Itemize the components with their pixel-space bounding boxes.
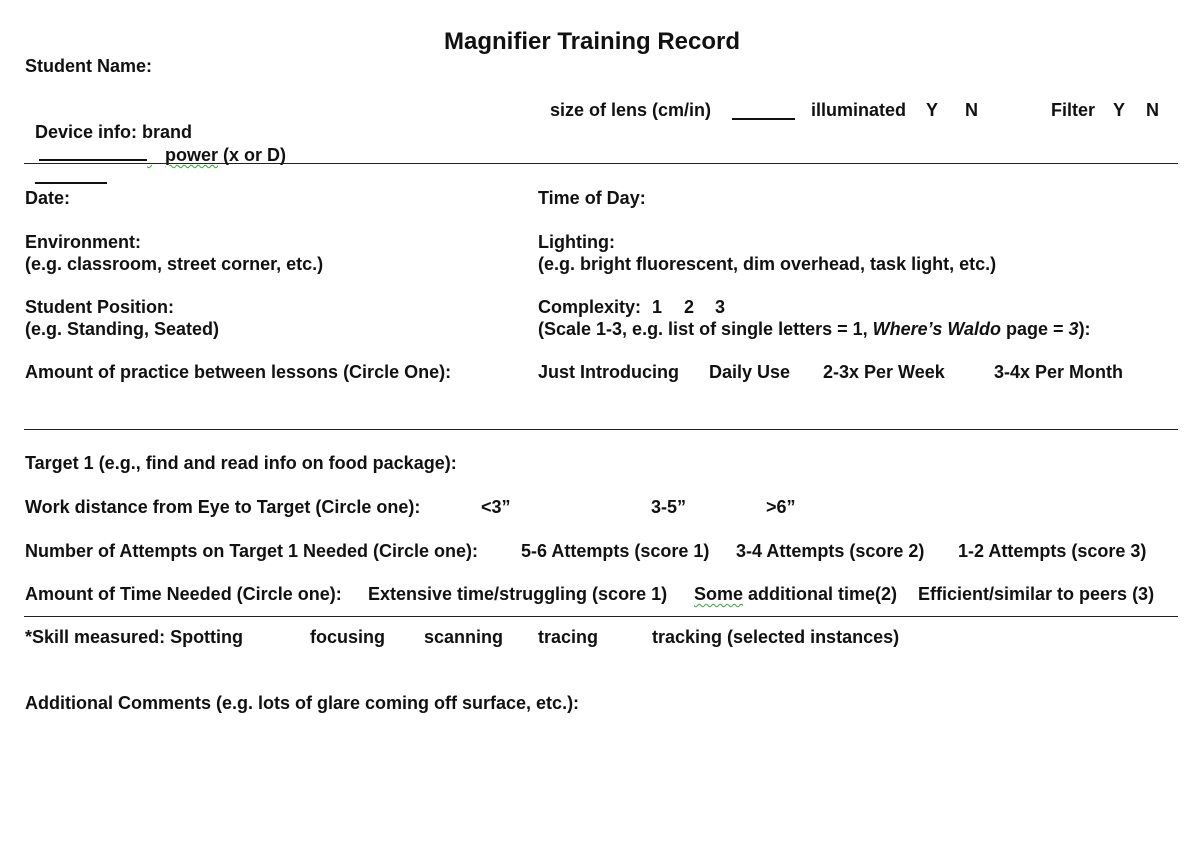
brand-field[interactable] [39, 143, 148, 161]
practice-option-3-4x-month[interactable]: 3-4x Per Month [994, 361, 1123, 383]
distance-option-3-5[interactable]: 3-5” [651, 496, 686, 518]
distance-label: Work distance from Eye to Target (Circle… [25, 497, 421, 517]
skill-option-tracing[interactable]: tracing [538, 626, 598, 648]
filter-no-option[interactable]: N [1146, 99, 1159, 121]
target-label: Target 1 (e.g., find and read info on fo… [25, 453, 457, 473]
divider [24, 429, 1178, 430]
illuminated-label: illuminated [811, 100, 907, 120]
student-name-label: Student Name: [25, 56, 153, 76]
skill-option-tracking[interactable]: tracking (selected instances) [652, 626, 899, 648]
distance-option-over-6[interactable]: >6” [766, 496, 796, 518]
skill-option-focusing[interactable]: focusing [310, 626, 385, 648]
environment-label: Environment: [25, 232, 142, 252]
time-option-score-3[interactable]: Efficient/similar to peers (3) [918, 583, 1154, 605]
complexity-option-2[interactable]: 2 [684, 296, 694, 318]
divider [24, 616, 1178, 617]
filter-yes-option[interactable]: Y [1113, 99, 1125, 121]
attempts-option-score-2[interactable]: 3-4 Attempts (score 2) [736, 540, 924, 562]
additional-comments-label: Additional Comments (e.g. lots of glare … [25, 693, 580, 713]
lighting-label: Lighting: [538, 232, 615, 252]
lens-size-field[interactable] [732, 102, 795, 120]
skill-option-scanning[interactable]: scanning [424, 626, 503, 648]
divider [24, 163, 1178, 164]
time-option-score-2[interactable]: Some additional time(2) [694, 583, 897, 605]
skill-measured-label: *Skill measured: Spotting [25, 627, 244, 647]
illuminated-no-option[interactable]: N [965, 99, 978, 121]
device-info-row: Device info: brand power (x or D) [25, 99, 286, 189]
attempts-label: Number of Attempts on Target 1 Needed (C… [25, 541, 479, 561]
practice-label: Amount of practice between lessons (Circ… [25, 362, 452, 382]
filter-label: Filter [1051, 100, 1096, 120]
power-suffix: (x or D) [218, 145, 287, 165]
illuminated-yes-option[interactable]: Y [926, 99, 938, 121]
complexity-option-3[interactable]: 3 [715, 296, 725, 318]
power-label: power [165, 145, 219, 165]
time-option-score-1[interactable]: Extensive time/struggling (score 1) [368, 583, 667, 605]
complexity-hint: (Scale 1-3, e.g. list of single letters … [538, 319, 1091, 339]
student-position-hint: (e.g. Standing, Seated) [25, 319, 220, 339]
page-title: Magnifier Training Record [444, 28, 741, 55]
lens-label: size of lens (cm/in) [550, 100, 712, 120]
practice-option-just-introducing[interactable]: Just Introducing [538, 361, 679, 383]
lighting-hint: (e.g. bright fluorescent, dim overhead, … [538, 254, 997, 274]
date-label: Date: [25, 188, 71, 208]
complexity-option-1[interactable]: 1 [652, 296, 662, 318]
complexity-label: Complexity: [538, 297, 642, 317]
attempts-option-score-3[interactable]: 1-2 Attempts (score 3) [958, 540, 1146, 562]
power-field[interactable] [35, 166, 108, 184]
practice-option-2-3x-week[interactable]: 2-3x Per Week [823, 361, 945, 383]
practice-option-daily-use[interactable]: Daily Use [709, 361, 790, 383]
distance-option-under-3[interactable]: <3” [481, 496, 511, 518]
brand-label: Device info: brand [35, 122, 193, 142]
attempts-option-score-1[interactable]: 5-6 Attempts (score 1) [521, 540, 709, 562]
time-needed-label: Amount of Time Needed (Circle one): [25, 584, 342, 604]
student-position-label: Student Position: [25, 297, 174, 317]
environment-hint: (e.g. classroom, street corner, etc.) [25, 254, 324, 274]
time-of-day-label: Time of Day: [538, 188, 646, 208]
